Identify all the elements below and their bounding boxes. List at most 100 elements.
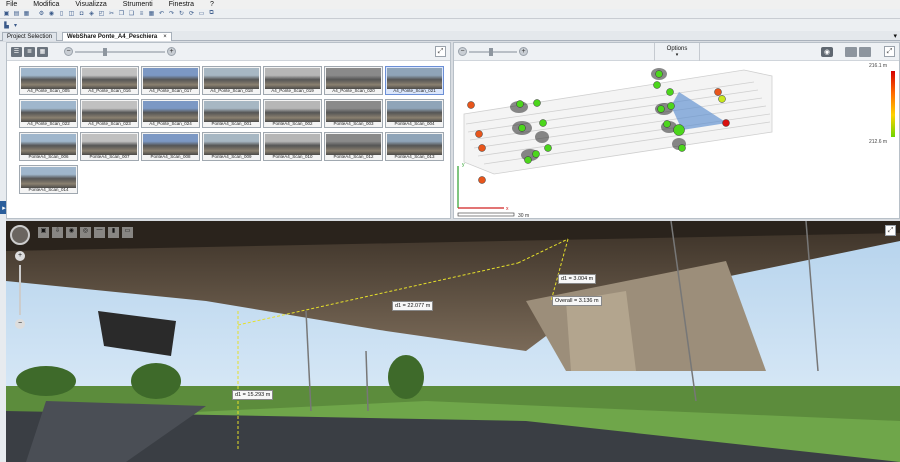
scan-icon[interactable]: ◫ (67, 10, 76, 18)
zoom-in-button[interactable]: + (15, 251, 25, 261)
scan-thumbnail[interactable]: PonteA4_Scan_010 (263, 132, 322, 161)
scan-thumbnail[interactable]: A4_Ponte_Scan_022 (19, 99, 78, 128)
measure-icon[interactable]: — (94, 227, 105, 238)
scan-thumbnail[interactable]: A4_Ponte_Scan_005 (19, 66, 78, 95)
scan-thumbnail[interactable]: A4_Ponte_Scan_016 (80, 66, 139, 95)
tab-project-selection[interactable]: Project Selection (2, 32, 58, 41)
map-zoom-slider[interactable] (469, 47, 517, 56)
scan-marker[interactable] (533, 99, 541, 107)
location-icon[interactable]: ◉ (66, 227, 77, 238)
layout-single-icon[interactable] (859, 47, 871, 57)
fullscreen-icon[interactable]: ⤢ (885, 225, 896, 236)
scan-thumbnail[interactable]: PonteA4_Scan_004 (385, 99, 444, 128)
area-icon[interactable]: ▮ (108, 227, 119, 238)
scan-marker[interactable] (657, 105, 665, 113)
object-icon[interactable]: ▭ (122, 227, 133, 238)
scan-marker[interactable] (467, 101, 475, 109)
menu-finestra[interactable]: Finestra (167, 1, 196, 8)
scan-marker[interactable] (714, 88, 722, 96)
document-icon[interactable]: ▯ (57, 10, 66, 18)
refresh-icon[interactable]: ↻ (177, 10, 186, 18)
scan-marker[interactable] (673, 124, 685, 136)
scan-thumbnail[interactable]: PonteA4_Scan_001 (202, 99, 261, 128)
scan-marker[interactable] (516, 100, 524, 108)
layout-split-icon[interactable] (845, 47, 857, 57)
scan-thumbnail[interactable]: A4_Ponte_Scan_024 (141, 99, 200, 128)
redo-icon[interactable]: ↷ (167, 10, 176, 18)
scan-map[interactable]: y x 30 m (454, 62, 899, 219)
menu-file[interactable]: File (4, 1, 19, 8)
menu-help[interactable]: ? (208, 1, 216, 8)
cut-icon[interactable]: ✂ (107, 10, 116, 18)
zoom-out-button[interactable]: − (64, 47, 73, 56)
windows-icon[interactable]: ⧉ (207, 10, 216, 18)
sync-icon[interactable]: ⟳ (187, 10, 196, 18)
measurement-label[interactable]: Overall = 3.136 m (552, 296, 602, 306)
map-zoom-in-button[interactable]: + (519, 47, 528, 56)
scan-thumbnail[interactable]: PonteA4_Scan_012 (324, 132, 383, 161)
scan-marker[interactable] (663, 120, 671, 128)
zoom-out-button[interactable]: − (15, 319, 25, 329)
scan-thumbnail[interactable]: PonteA4_Scan_002 (263, 99, 322, 128)
scan-thumbnail[interactable]: PonteA4_Scan_003 (324, 99, 383, 128)
scan-marker[interactable] (653, 81, 661, 89)
tab-webshare-ponte[interactable]: WebShare Ponte_A4_Peschiera × (62, 32, 172, 41)
chevron-down-icon[interactable]: ▾ (893, 32, 897, 40)
save-icon[interactable]: ▦ (22, 10, 31, 18)
options-menu[interactable]: Options ▾ (654, 43, 700, 61)
close-icon[interactable]: × (163, 34, 167, 40)
window-icon[interactable]: ▭ (197, 10, 206, 18)
help-icon[interactable]: ◉ (47, 10, 56, 18)
open-icon[interactable]: ▤ (12, 10, 21, 18)
new-icon[interactable]: ▣ (2, 10, 11, 18)
list-view-icon[interactable]: ☰ (11, 46, 22, 57)
copy-icon[interactable]: ❐ (117, 10, 126, 18)
scan-marker[interactable] (478, 144, 486, 152)
settings-icon[interactable]: ⚙ (37, 10, 46, 18)
scan-marker[interactable] (718, 95, 726, 103)
scan-marker[interactable] (478, 176, 486, 184)
crop-icon[interactable]: ◰ (97, 10, 106, 18)
scan-marker[interactable] (475, 130, 483, 138)
grid-icon[interactable]: ▦ (147, 10, 156, 18)
scan-marker[interactable] (678, 144, 686, 152)
eye-icon[interactable]: ◉ (821, 47, 833, 57)
scan-marker[interactable] (524, 156, 532, 164)
scan-thumbnail[interactable]: PonteA4_Scan_013 (385, 132, 444, 161)
scan-thumbnail[interactable]: PonteA4_Scan_009 (202, 132, 261, 161)
scan-thumbnail[interactable]: PonteA4_Scan_006 (19, 132, 78, 161)
undo-icon[interactable]: ↶ (157, 10, 166, 18)
zoom-slider[interactable] (19, 265, 21, 315)
scan-marker[interactable] (518, 124, 526, 132)
scan-marker[interactable] (539, 119, 547, 127)
detail-view-icon[interactable]: ≣ (24, 46, 35, 57)
panorama-view[interactable]: d1 = 22.077 m d1 = 3.004 m Overall = 3.1… (6, 221, 900, 462)
scan-marker[interactable] (666, 88, 674, 96)
scan-thumbnail[interactable]: A4_Ponte_Scan_018 (202, 66, 261, 95)
measurement-label[interactable]: d1 = 22.077 m (392, 301, 434, 311)
zoom-in-button[interactable]: + (167, 47, 176, 56)
map-zoom-knob[interactable] (489, 47, 493, 56)
layers-icon[interactable]: ≡ (137, 10, 146, 18)
scan-thumbnail[interactable]: PonteA4_Scan_014 (19, 165, 78, 194)
fullscreen-icon[interactable]: ⤢ (435, 46, 446, 57)
eye-icon[interactable]: ◎ (80, 227, 91, 238)
scan-thumbnail[interactable]: PonteA4_Scan_008 (141, 132, 200, 161)
scan-marker[interactable] (544, 144, 552, 152)
scan-marker[interactable] (722, 119, 730, 127)
menu-strumenti[interactable]: Strumenti (121, 1, 155, 8)
menu-visualizza[interactable]: Visualizza (73, 1, 108, 8)
scan-thumbnail[interactable]: A4_Ponte_Scan_020 (324, 66, 383, 95)
scan-marker[interactable] (667, 102, 675, 110)
scan-marker[interactable] (532, 150, 540, 158)
paste-icon[interactable]: ❑ (127, 10, 136, 18)
zoom-slider[interactable] (75, 47, 165, 56)
map-zoom-out-button[interactable]: − (458, 47, 467, 56)
zoom-slider-knob[interactable] (103, 47, 107, 56)
fullscreen-icon[interactable]: ⤢ (884, 46, 895, 57)
scan-thumbnail[interactable]: PonteA4_Scan_007 (80, 132, 139, 161)
menu-modifica[interactable]: Modifica (31, 1, 61, 8)
measurement-label[interactable]: d1 = 15.293 m (232, 390, 274, 400)
workspace-icon[interactable]: ▙ (2, 21, 11, 29)
screenshot-icon[interactable]: ▣ (38, 227, 49, 238)
